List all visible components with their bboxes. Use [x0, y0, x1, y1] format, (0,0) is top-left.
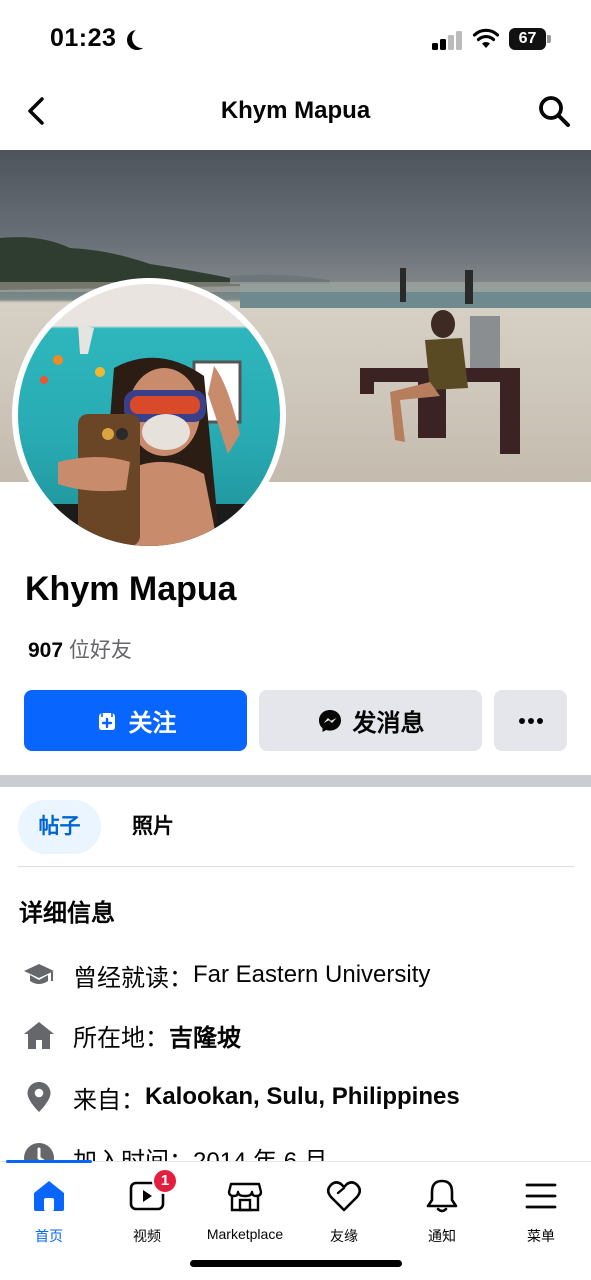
tabs-divider: [18, 866, 574, 867]
battery-level: 67: [509, 28, 546, 50]
friends-count-label: 位好友: [63, 639, 132, 662]
profile-name: Khym Mapua: [25, 570, 237, 608]
nav-notifications[interactable]: 通知: [393, 1176, 491, 1246]
detail-city-value: 吉隆坡: [169, 1024, 241, 1052]
nav-dating[interactable]: 友缘: [295, 1176, 393, 1246]
follow-label: 关注: [128, 710, 177, 737]
profile-tabs: 帖子 照片: [18, 800, 578, 856]
detail-city-label: 所在地：: [73, 1024, 169, 1052]
nav-video-label: 视频: [133, 1228, 161, 1244]
graduation-cap-icon: [22, 958, 56, 992]
header-title: Khym Mapua: [220, 97, 371, 124]
profile-header: Khym Mapua: [0, 80, 591, 142]
location-pin-icon: [22, 1080, 56, 1114]
more-dots-icon: [518, 717, 543, 724]
battery-icon: 67: [509, 28, 551, 50]
wifi-icon: [472, 28, 500, 48]
profile-avatar[interactable]: [12, 278, 286, 552]
message-label: 发消息: [352, 710, 425, 737]
detail-current-city[interactable]: 所在地： 吉隆坡: [22, 1015, 582, 1055]
tab-photos[interactable]: 照片: [114, 800, 192, 854]
friends-count[interactable]: 907 位好友: [28, 634, 132, 664]
cellular-signal-icon: [432, 30, 464, 50]
status-time: 01:23: [50, 24, 117, 52]
nav-menu-label: 菜单: [527, 1228, 555, 1244]
detail-education-value: Far Eastern University: [193, 961, 431, 988]
more-options-button[interactable]: [494, 690, 567, 751]
details-title: 详细信息: [19, 900, 115, 927]
nav-menu[interactable]: 菜单: [492, 1176, 590, 1246]
nav-marketplace[interactable]: Marketplace: [196, 1176, 294, 1242]
detail-hometown-label: 来自：: [73, 1086, 145, 1114]
active-tab-indicator: [6, 1160, 92, 1163]
moon-icon: [132, 28, 152, 48]
nav-dating-label: 友缘: [330, 1228, 358, 1244]
nav-marketplace-label: Marketplace: [206, 1226, 284, 1242]
profile-actions: 关注 发消息: [24, 690, 567, 752]
nav-notifications-label: 通知: [428, 1228, 456, 1244]
dating-heart-icon: [295, 1176, 393, 1216]
home-icon: [0, 1176, 98, 1216]
home-indicator: [190, 1260, 402, 1267]
search-icon[interactable]: [536, 93, 572, 129]
follow-button[interactable]: 关注: [24, 690, 247, 751]
detail-hometown[interactable]: 来自： Kalookan, Sulu, Philippines: [22, 1077, 582, 1117]
follow-icon: [95, 709, 119, 733]
bell-icon: [393, 1176, 491, 1216]
tab-posts[interactable]: 帖子: [18, 800, 101, 854]
video-badge: 1: [152, 1168, 178, 1194]
video-icon: 1: [98, 1168, 196, 1216]
messenger-icon: [317, 708, 343, 734]
detail-hometown-value: Kalookan, Sulu, Philippines: [145, 1083, 460, 1110]
nav-video[interactable]: 1 视频: [98, 1168, 196, 1246]
nav-home[interactable]: 首页: [0, 1176, 98, 1246]
friends-count-number: 907: [28, 639, 64, 662]
menu-icon: [492, 1176, 590, 1216]
marketplace-icon: [196, 1176, 294, 1216]
section-divider: [0, 775, 591, 787]
home-icon: [22, 1018, 56, 1052]
message-button[interactable]: 发消息: [259, 690, 482, 751]
status-bar: 01:23 67: [0, 0, 591, 78]
detail-education-label: 曾经就读：: [73, 964, 193, 992]
detail-education[interactable]: 曾经就读： Far Eastern University: [22, 955, 582, 995]
nav-home-label: 首页: [35, 1228, 63, 1244]
